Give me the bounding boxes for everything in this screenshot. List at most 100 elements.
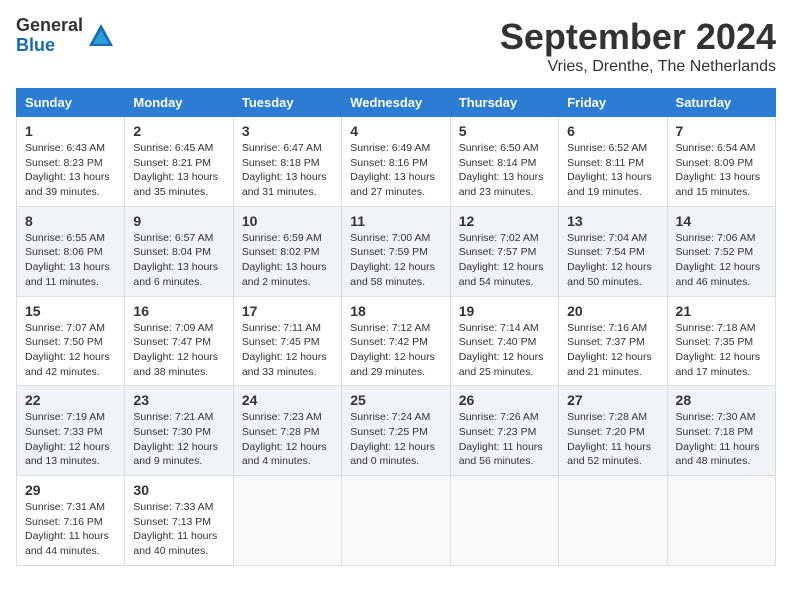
logo-general: General	[16, 16, 83, 36]
day-info: Sunrise: 6:57 AM Sunset: 8:04 PM Dayligh…	[133, 231, 224, 290]
day-number: 26	[459, 392, 550, 408]
calendar-body: 1 Sunrise: 6:43 AM Sunset: 8:23 PM Daylig…	[17, 117, 776, 566]
calendar-cell: 30Sunrise: 7:33 AM Sunset: 7:13 PM Dayli…	[125, 476, 233, 566]
day-number: 12	[459, 213, 550, 229]
day-number: 5	[459, 123, 550, 139]
calendar-cell: 6 Sunrise: 6:52 AM Sunset: 8:11 PM Daylig…	[559, 117, 667, 207]
day-number: 17	[242, 303, 333, 319]
day-number: 28	[676, 392, 767, 408]
calendar-cell: 12 Sunrise: 7:02 AM Sunset: 7:57 PM Dayli…	[450, 206, 558, 296]
calendar-cell: 21 Sunrise: 7:18 AM Sunset: 7:35 PM Dayli…	[667, 296, 775, 386]
day-number: 7	[676, 123, 767, 139]
calendar-cell: 8Sunrise: 6:55 AM Sunset: 8:06 PM Daylig…	[17, 206, 125, 296]
day-info: Sunrise: 7:04 AM Sunset: 7:54 PM Dayligh…	[567, 231, 658, 290]
calendar-cell: 4 Sunrise: 6:49 AM Sunset: 8:16 PM Daylig…	[342, 117, 450, 207]
day-number: 29	[25, 482, 116, 498]
day-number: 21	[676, 303, 767, 319]
day-info: Sunrise: 6:52 AM Sunset: 8:11 PM Dayligh…	[567, 141, 658, 200]
day-info: Sunrise: 7:31 AM Sunset: 7:16 PM Dayligh…	[25, 500, 116, 559]
day-number: 1	[25, 123, 116, 139]
calendar-cell	[450, 476, 558, 566]
calendar-cell: 17 Sunrise: 7:11 AM Sunset: 7:45 PM Dayli…	[233, 296, 341, 386]
column-header-wednesday: Wednesday	[342, 89, 450, 117]
calendar-cell: 23 Sunrise: 7:21 AM Sunset: 7:30 PM Dayli…	[125, 386, 233, 476]
calendar-header: SundayMondayTuesdayWednesdayThursdayFrid…	[17, 89, 776, 117]
month-title: September 2024	[500, 16, 776, 58]
calendar-cell: 9 Sunrise: 6:57 AM Sunset: 8:04 PM Daylig…	[125, 206, 233, 296]
calendar-cell	[559, 476, 667, 566]
calendar-cell	[342, 476, 450, 566]
day-info: Sunrise: 7:16 AM Sunset: 7:37 PM Dayligh…	[567, 321, 658, 380]
column-header-friday: Friday	[559, 89, 667, 117]
week-row: 15 Sunrise: 7:07 AM Sunset: 7:50 PM Dayli…	[17, 296, 776, 386]
week-row: 1 Sunrise: 6:43 AM Sunset: 8:23 PM Daylig…	[17, 117, 776, 207]
calendar-cell: 7 Sunrise: 6:54 AM Sunset: 8:09 PM Daylig…	[667, 117, 775, 207]
calendar-cell: 16 Sunrise: 7:09 AM Sunset: 7:47 PM Dayli…	[125, 296, 233, 386]
calendar-cell: 13 Sunrise: 7:04 AM Sunset: 7:54 PM Dayli…	[559, 206, 667, 296]
day-info: Sunrise: 7:18 AM Sunset: 7:35 PM Dayligh…	[676, 321, 767, 380]
day-number: 10	[242, 213, 333, 229]
page-header: General Blue September 2024 Vries, Drent…	[16, 16, 776, 76]
day-number: 2	[133, 123, 224, 139]
day-info: Sunrise: 7:02 AM Sunset: 7:57 PM Dayligh…	[459, 231, 550, 290]
calendar-cell: 29 Sunrise: 7:31 AM Sunset: 7:16 PM Dayli…	[17, 476, 125, 566]
day-number: 4	[350, 123, 441, 139]
day-number: 16	[133, 303, 224, 319]
calendar-table: SundayMondayTuesdayWednesdayThursdayFrid…	[16, 88, 776, 566]
column-header-tuesday: Tuesday	[233, 89, 341, 117]
calendar-cell: 11 Sunrise: 7:00 AM Sunset: 7:59 PM Dayli…	[342, 206, 450, 296]
logo-icon	[87, 22, 115, 50]
calendar-cell: 24 Sunrise: 7:23 AM Sunset: 7:28 PM Dayli…	[233, 386, 341, 476]
day-info: Sunrise: 6:49 AM Sunset: 8:16 PM Dayligh…	[350, 141, 441, 200]
week-row: 29 Sunrise: 7:31 AM Sunset: 7:16 PM Dayli…	[17, 476, 776, 566]
calendar-cell: 25Sunrise: 7:24 AM Sunset: 7:25 PM Dayli…	[342, 386, 450, 476]
day-number: 24	[242, 392, 333, 408]
header-row: SundayMondayTuesdayWednesdayThursdayFrid…	[17, 89, 776, 117]
day-info: Sunrise: 7:30 AM Sunset: 7:18 PM Dayligh…	[676, 410, 767, 469]
day-info: Sunrise: 7:23 AM Sunset: 7:28 PM Dayligh…	[242, 410, 333, 469]
day-info: Sunrise: 6:50 AM Sunset: 8:14 PM Dayligh…	[459, 141, 550, 200]
day-info: Sunrise: 6:43 AM Sunset: 8:23 PM Dayligh…	[25, 141, 116, 200]
day-number: 27	[567, 392, 658, 408]
day-info: Sunrise: 7:14 AM Sunset: 7:40 PM Dayligh…	[459, 321, 550, 380]
calendar-cell: 27 Sunrise: 7:28 AM Sunset: 7:20 PM Dayli…	[559, 386, 667, 476]
day-info: Sunrise: 7:12 AM Sunset: 7:42 PM Dayligh…	[350, 321, 441, 380]
day-info: Sunrise: 7:09 AM Sunset: 7:47 PM Dayligh…	[133, 321, 224, 380]
calendar-cell: 26 Sunrise: 7:26 AM Sunset: 7:23 PM Dayli…	[450, 386, 558, 476]
calendar-cell: 10Sunrise: 6:59 AM Sunset: 8:02 PM Dayli…	[233, 206, 341, 296]
day-info: Sunrise: 7:21 AM Sunset: 7:30 PM Dayligh…	[133, 410, 224, 469]
week-row: 8Sunrise: 6:55 AM Sunset: 8:06 PM Daylig…	[17, 206, 776, 296]
calendar-cell: 2 Sunrise: 6:45 AM Sunset: 8:21 PM Daylig…	[125, 117, 233, 207]
day-number: 11	[350, 213, 441, 229]
day-number: 9	[133, 213, 224, 229]
column-header-sunday: Sunday	[17, 89, 125, 117]
day-number: 23	[133, 392, 224, 408]
day-info: Sunrise: 6:47 AM Sunset: 8:18 PM Dayligh…	[242, 141, 333, 200]
day-number: 6	[567, 123, 658, 139]
day-number: 8	[25, 213, 116, 229]
day-info: Sunrise: 6:45 AM Sunset: 8:21 PM Dayligh…	[133, 141, 224, 200]
column-header-saturday: Saturday	[667, 89, 775, 117]
calendar-cell: 28 Sunrise: 7:30 AM Sunset: 7:18 PM Dayli…	[667, 386, 775, 476]
day-number: 15	[25, 303, 116, 319]
calendar-cell: 20 Sunrise: 7:16 AM Sunset: 7:37 PM Dayli…	[559, 296, 667, 386]
day-info: Sunrise: 7:11 AM Sunset: 7:45 PM Dayligh…	[242, 321, 333, 380]
day-info: Sunrise: 7:00 AM Sunset: 7:59 PM Dayligh…	[350, 231, 441, 290]
day-info: Sunrise: 7:06 AM Sunset: 7:52 PM Dayligh…	[676, 231, 767, 290]
column-header-thursday: Thursday	[450, 89, 558, 117]
day-info: Sunrise: 7:28 AM Sunset: 7:20 PM Dayligh…	[567, 410, 658, 469]
day-info: Sunrise: 7:26 AM Sunset: 7:23 PM Dayligh…	[459, 410, 550, 469]
day-number: 13	[567, 213, 658, 229]
location-subtitle: Vries, Drenthe, The Netherlands	[500, 58, 776, 76]
calendar-cell: 5 Sunrise: 6:50 AM Sunset: 8:14 PM Daylig…	[450, 117, 558, 207]
calendar-cell: 3Sunrise: 6:47 AM Sunset: 8:18 PM Daylig…	[233, 117, 341, 207]
day-number: 19	[459, 303, 550, 319]
week-row: 22Sunrise: 7:19 AM Sunset: 7:33 PM Dayli…	[17, 386, 776, 476]
day-info: Sunrise: 7:07 AM Sunset: 7:50 PM Dayligh…	[25, 321, 116, 380]
calendar-cell: 19 Sunrise: 7:14 AM Sunset: 7:40 PM Dayli…	[450, 296, 558, 386]
calendar-cell: 14Sunrise: 7:06 AM Sunset: 7:52 PM Dayli…	[667, 206, 775, 296]
day-info: Sunrise: 6:54 AM Sunset: 8:09 PM Dayligh…	[676, 141, 767, 200]
day-info: Sunrise: 7:24 AM Sunset: 7:25 PM Dayligh…	[350, 410, 441, 469]
logo-blue: Blue	[16, 36, 83, 56]
day-number: 20	[567, 303, 658, 319]
